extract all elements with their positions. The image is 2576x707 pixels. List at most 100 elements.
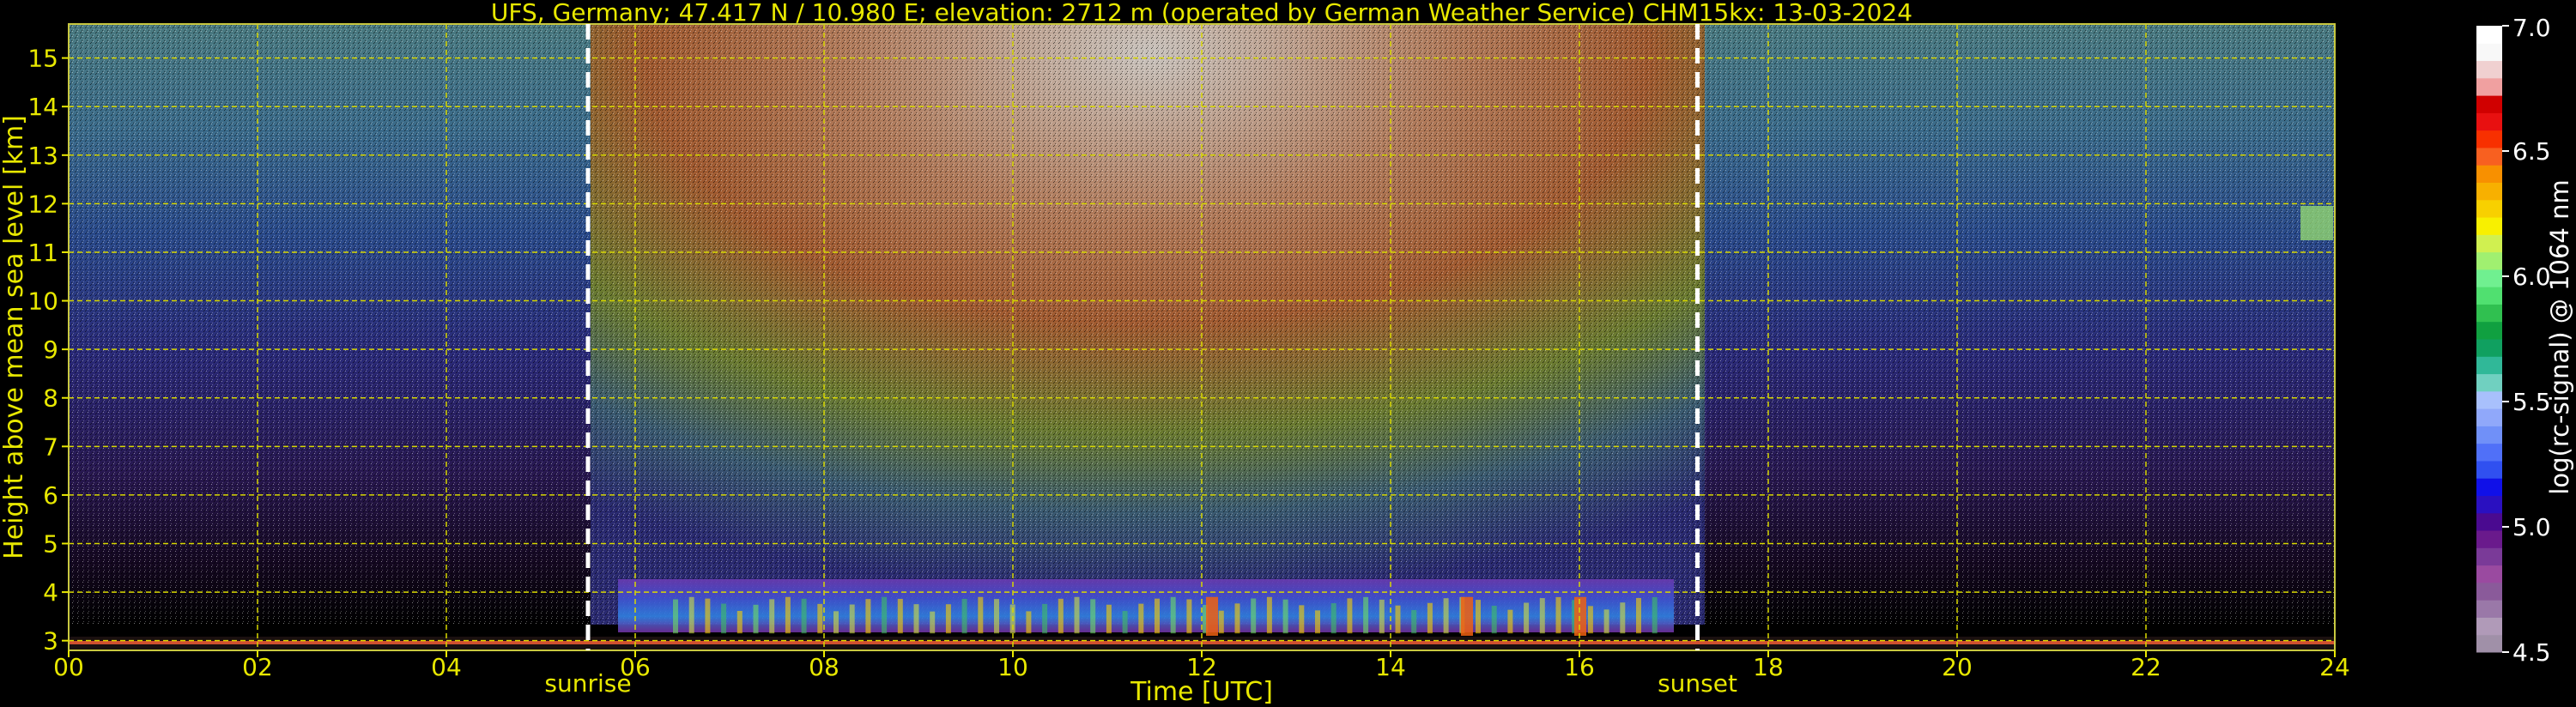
colorbar-segment — [2476, 130, 2502, 148]
aerosol-plume — [1427, 602, 1433, 634]
strong-signal-plume — [1206, 596, 1218, 637]
event-label-sunrise: sunrise — [544, 669, 631, 698]
aerosol-plume — [978, 596, 984, 634]
aerosol-plume — [769, 599, 775, 634]
aerosol-plume — [1476, 600, 1481, 634]
colorbar-segment — [2476, 199, 2502, 218]
aerosol-plume — [1234, 603, 1240, 634]
colorbar-segment — [2476, 147, 2502, 166]
aerosol-plume — [688, 596, 694, 634]
colorbar-segment — [2476, 408, 2502, 426]
aerosol-plume — [897, 598, 903, 634]
aerosol-plume — [961, 598, 967, 634]
aerosol-plume — [1251, 598, 1257, 634]
aerosol-plume — [833, 611, 839, 634]
aerosol-plume — [1330, 603, 1336, 634]
aerosol-plume — [1363, 596, 1369, 634]
colorbar-label: log(rc-signal) @ 1064 nm — [2545, 179, 2574, 494]
colorbar-segment — [2476, 495, 2502, 514]
aerosol-plume — [1218, 610, 1224, 634]
aerosol-plume — [1443, 598, 1449, 634]
aerosol-plume — [1299, 605, 1305, 634]
aerosol-plume — [673, 599, 678, 634]
colorbar-ticks: 4.55.05.56.06.57.0 — [2502, 14, 2551, 667]
y-axis-ticks: 3 4 5 6 7 8 9 10 11 12 13 14 15 — [27, 45, 69, 656]
x-tick-label: 04 — [431, 653, 462, 681]
y-tick-label: 9 — [43, 335, 58, 364]
colorbar-segment — [2476, 321, 2502, 340]
x-tick-label: 08 — [809, 653, 839, 681]
aerosol-plume — [736, 610, 742, 634]
y-tick-label: 13 — [27, 142, 58, 170]
aerosol-plume — [1603, 609, 1609, 634]
aerosol-plume — [1587, 606, 1593, 634]
aerosol-plume — [945, 604, 951, 634]
strong-signal-plume — [1574, 596, 1586, 637]
x-tick-label: 18 — [1753, 653, 1784, 681]
colorbar-tick-label: 7.0 — [2512, 14, 2551, 42]
colorbar-segment — [2476, 478, 2502, 496]
colorbar-tick-label: 4.5 — [2512, 638, 2551, 667]
x-tick-label: 14 — [1375, 653, 1406, 681]
x-tick-label: 24 — [2319, 653, 2350, 681]
colorbar-segment — [2476, 547, 2502, 566]
colorbar-segment — [2476, 26, 2502, 44]
y-tick-label: 6 — [43, 481, 58, 510]
colorbar-segment — [2476, 43, 2502, 62]
y-tick-label: 11 — [27, 239, 58, 267]
y-tick-label: 7 — [43, 432, 58, 461]
x-tick-label: 16 — [1564, 653, 1595, 681]
colorbar-segment — [2476, 95, 2502, 113]
y-tick-label: 8 — [43, 384, 58, 413]
x-tick-label: 02 — [242, 653, 273, 681]
aerosol-plume — [801, 598, 807, 634]
colorbar-segment — [2476, 373, 2502, 392]
aerosol-plume — [1411, 610, 1417, 634]
y-tick-label: 12 — [27, 190, 58, 218]
y-tick-label: 14 — [27, 93, 58, 121]
y-tick-label: 5 — [43, 530, 58, 559]
colorbar-segment — [2476, 251, 2502, 270]
aerosol-plume — [1379, 599, 1385, 634]
colorbar-segment — [2476, 565, 2502, 583]
event-label-sunset: sunset — [1658, 669, 1737, 698]
aerosol-plume — [1155, 598, 1160, 634]
x-tick-label: 10 — [997, 653, 1028, 681]
colorbar-segment — [2476, 182, 2502, 201]
colorbar-segment — [2476, 304, 2502, 323]
y-tick-label: 4 — [43, 578, 58, 607]
aerosol-plume — [849, 604, 855, 634]
aerosol-plume — [1026, 611, 1032, 634]
y-tick-label: 10 — [27, 287, 58, 316]
aerosol-plume — [1539, 598, 1545, 634]
aerosol-plume — [994, 599, 999, 634]
aerosol-plume — [1186, 599, 1192, 634]
colorbar — [2476, 26, 2502, 653]
x-tick-label: 20 — [1942, 653, 1973, 681]
colorbar-tick-label: 6.5 — [2512, 137, 2551, 166]
aerosol-plume — [913, 604, 919, 634]
aerosol-plume — [1555, 596, 1561, 634]
x-tick-label: 22 — [2131, 653, 2161, 681]
x-tick-label: 00 — [53, 653, 84, 681]
aerosol-plume — [785, 596, 791, 634]
colorbar-segment — [2476, 217, 2502, 235]
aerosol-plume — [1652, 596, 1658, 634]
colorbar-segment — [2476, 617, 2502, 636]
y-tick-label: 3 — [43, 627, 58, 656]
colorbar-segment — [2476, 530, 2502, 548]
aerosol-plume — [1620, 602, 1626, 634]
colorbar-segment — [2476, 77, 2502, 96]
colorbar-segment — [2476, 634, 2502, 653]
colorbar-segment — [2476, 582, 2502, 601]
colorbar-segment — [2476, 165, 2502, 183]
aerosol-plume — [1636, 597, 1641, 634]
chart-title: UFS, Germany; 47.417 N / 10.980 E; eleva… — [491, 0, 1912, 27]
colorbar-segment — [2476, 600, 2502, 618]
colorbar-segment — [2476, 443, 2502, 462]
colorbar-segment — [2476, 269, 2502, 287]
aerosol-plume — [1090, 599, 1096, 634]
aerosol-plume — [1138, 603, 1144, 634]
aerosol-plume — [1122, 611, 1128, 634]
aerosol-plume — [930, 611, 936, 634]
